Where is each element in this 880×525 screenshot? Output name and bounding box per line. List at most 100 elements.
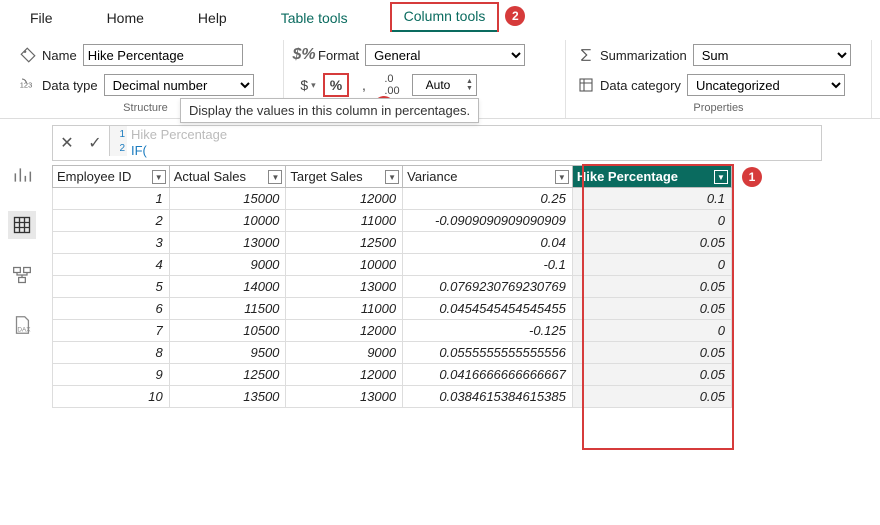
- cell[interactable]: 3: [53, 232, 170, 254]
- cell[interactable]: 0: [572, 320, 731, 342]
- model-view-icon[interactable]: [8, 261, 36, 289]
- cell[interactable]: -0.125: [403, 320, 573, 342]
- cell[interactable]: 9500: [169, 342, 286, 364]
- cell[interactable]: 10500: [169, 320, 286, 342]
- cell[interactable]: 2: [53, 210, 170, 232]
- formula-line1: Hike Percentage: [131, 127, 227, 142]
- cell[interactable]: 0.05: [572, 298, 731, 320]
- cell[interactable]: 10000: [169, 210, 286, 232]
- filter-dropdown-icon[interactable]: ▼: [268, 170, 282, 184]
- tab-home[interactable]: Home: [95, 6, 156, 32]
- tab-table-tools[interactable]: Table tools: [269, 6, 360, 32]
- cell[interactable]: 0.25: [403, 188, 573, 210]
- name-input[interactable]: [83, 44, 243, 66]
- table-row[interactable]: 8950090000.05555555555555560.05: [53, 342, 732, 364]
- dax-view-icon[interactable]: DAX: [8, 311, 36, 339]
- tab-column-tools-label: Column tools: [404, 8, 486, 24]
- tab-help[interactable]: Help: [186, 6, 239, 32]
- cell[interactable]: 14000: [169, 276, 286, 298]
- cell[interactable]: 10: [53, 386, 170, 408]
- percent-tooltip: Display the values in this column in per…: [180, 98, 479, 123]
- percent-button[interactable]: %: [323, 73, 349, 97]
- col-header-target-sales[interactable]: Target Sales▼: [286, 166, 403, 188]
- col-header-employee-id[interactable]: Employee ID▼: [53, 166, 170, 188]
- cell[interactable]: 6: [53, 298, 170, 320]
- cell[interactable]: -0.0909090909090909: [403, 210, 573, 232]
- cell[interactable]: 13000: [169, 232, 286, 254]
- data-category-select[interactable]: Uncategorized: [687, 74, 845, 96]
- cell[interactable]: 0.0416666666666667: [403, 364, 573, 386]
- cell[interactable]: 8: [53, 342, 170, 364]
- cell[interactable]: 15000: [169, 188, 286, 210]
- filter-dropdown-icon[interactable]: ▼: [714, 170, 728, 184]
- tab-column-tools[interactable]: Column tools 2: [390, 2, 500, 32]
- cell[interactable]: 12500: [286, 232, 403, 254]
- cell[interactable]: 13500: [169, 386, 286, 408]
- col-header-variance[interactable]: Variance▼: [403, 166, 573, 188]
- cell[interactable]: 0: [572, 210, 731, 232]
- cell[interactable]: 5: [53, 276, 170, 298]
- cell[interactable]: 12000: [286, 364, 403, 386]
- cell[interactable]: 9000: [286, 342, 403, 364]
- formula-line2: IF(: [131, 143, 147, 158]
- cell[interactable]: -0.1: [403, 254, 573, 276]
- report-view-icon[interactable]: [8, 161, 36, 189]
- stepper-arrows[interactable]: ▲▼: [463, 78, 476, 92]
- currency-button[interactable]: $: [295, 73, 321, 97]
- table-row[interactable]: 611500110000.04545454545454550.05: [53, 298, 732, 320]
- cell[interactable]: 11500: [169, 298, 286, 320]
- cell[interactable]: 0.0384615384615385: [403, 386, 573, 408]
- filter-dropdown-icon[interactable]: ▼: [385, 170, 399, 184]
- tab-file[interactable]: File: [18, 6, 65, 32]
- cell[interactable]: 0.05: [572, 342, 731, 364]
- cell[interactable]: 9: [53, 364, 170, 386]
- table-row[interactable]: 514000130000.07692307692307690.05: [53, 276, 732, 298]
- cell[interactable]: 13000: [286, 386, 403, 408]
- formula-commit-button[interactable]: ✓: [81, 126, 109, 160]
- formula-cancel-button[interactable]: ✕: [53, 126, 81, 160]
- filter-dropdown-icon[interactable]: ▼: [152, 170, 166, 184]
- cell[interactable]: 12000: [286, 320, 403, 342]
- cell[interactable]: 0.04: [403, 232, 573, 254]
- table-row[interactable]: 21000011000-0.09090909090909090: [53, 210, 732, 232]
- cell[interactable]: 0.05: [572, 386, 731, 408]
- cell[interactable]: 0.05: [572, 364, 731, 386]
- formula-editor[interactable]: Hike Percentage IF(: [127, 126, 231, 160]
- cell[interactable]: 0.05: [572, 232, 731, 254]
- table-row[interactable]: 71050012000-0.1250: [53, 320, 732, 342]
- table-row[interactable]: 1013500130000.03846153846153850.05: [53, 386, 732, 408]
- cell[interactable]: 4: [53, 254, 170, 276]
- table-row[interactable]: 115000120000.250.1: [53, 188, 732, 210]
- cell[interactable]: 9000: [169, 254, 286, 276]
- summarization-select[interactable]: Sum: [693, 44, 851, 66]
- cell[interactable]: 11000: [286, 210, 403, 232]
- cell[interactable]: 0: [572, 254, 731, 276]
- col-header-actual-sales[interactable]: Actual Sales▼: [169, 166, 286, 188]
- cell[interactable]: 10000: [286, 254, 403, 276]
- thousands-separator-button[interactable]: ,: [351, 73, 377, 97]
- format-select[interactable]: General: [365, 44, 525, 66]
- formula-bar: ✕ ✓ 12 Hike Percentage IF(: [52, 125, 822, 161]
- table-row[interactable]: 912500120000.04166666666666670.05: [53, 364, 732, 386]
- cell[interactable]: 0.05: [572, 276, 731, 298]
- datatype-select[interactable]: Decimal number: [104, 74, 254, 96]
- table-row[interactable]: 313000125000.040.05: [53, 232, 732, 254]
- cell[interactable]: 13000: [286, 276, 403, 298]
- cell[interactable]: 11000: [286, 298, 403, 320]
- cell[interactable]: 0.0769230769230769: [403, 276, 573, 298]
- cell[interactable]: 1: [53, 188, 170, 210]
- cell[interactable]: 0.0454545454545455: [403, 298, 573, 320]
- data-view-icon[interactable]: [8, 211, 36, 239]
- cell[interactable]: 12500: [169, 364, 286, 386]
- col-header-hike-percentage[interactable]: Hike Percentage▼: [572, 166, 731, 188]
- sigma-icon: [576, 45, 596, 65]
- group-properties-label: Properties: [576, 102, 861, 114]
- cell[interactable]: 12000: [286, 188, 403, 210]
- cell[interactable]: 7: [53, 320, 170, 342]
- decimal-auto-stepper[interactable]: ▲▼: [412, 74, 477, 96]
- cell[interactable]: 0.1: [572, 188, 731, 210]
- decimal-auto-input[interactable]: [413, 75, 463, 95]
- table-row[interactable]: 4900010000-0.10: [53, 254, 732, 276]
- filter-dropdown-icon[interactable]: ▼: [555, 170, 569, 184]
- cell[interactable]: 0.0555555555555556: [403, 342, 573, 364]
